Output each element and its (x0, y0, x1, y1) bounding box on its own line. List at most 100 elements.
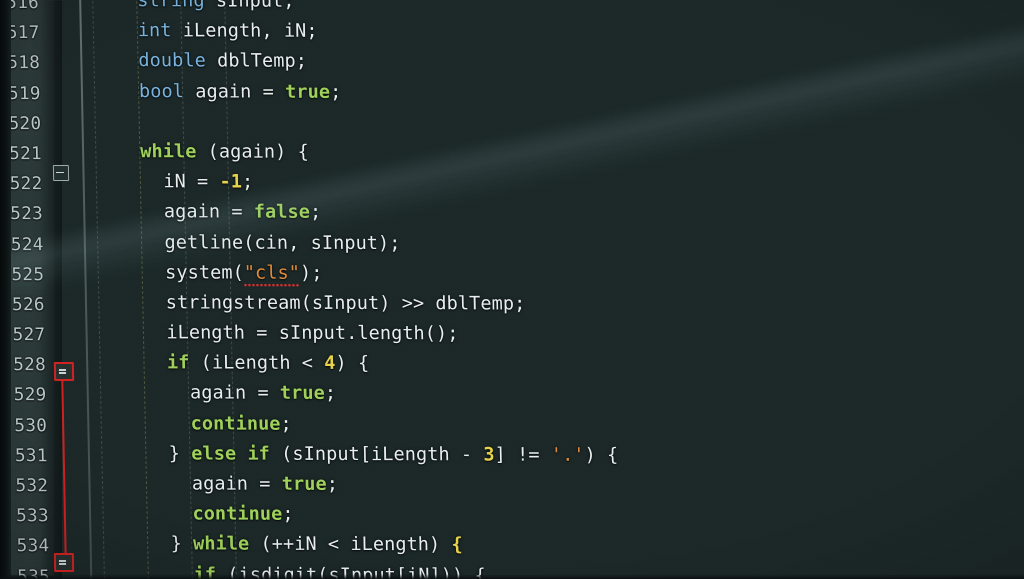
code-token: ; (280, 413, 293, 435)
code-token: again = (183, 80, 286, 103)
line-number: 518 (7, 53, 41, 74)
code-line[interactable]: iN = -1; (96, 167, 1024, 201)
line-number: 525 (11, 264, 45, 285)
code-token: getline(cin, sInput); (164, 231, 401, 254)
code-token: while (192, 533, 250, 556)
code-text-area[interactable]: string sInput; int iLength, iN; double d… (92, 0, 1024, 579)
code-token: again = (191, 473, 282, 495)
code-token: string (137, 0, 205, 12)
code-line[interactable]: if (iLength < 4) { (99, 348, 1024, 382)
fold-rail (79, 0, 93, 579)
code-token: stringstream(sInput) >> dblTemp; (165, 292, 526, 315)
code-token: (again) { (196, 141, 310, 163)
code-token: else if (191, 443, 271, 465)
code-token-error: "cls" (243, 262, 301, 289)
code-line[interactable] (94, 107, 1024, 141)
code-token: ; (309, 202, 322, 224)
line-number: 523 (10, 204, 44, 225)
line-number: 519 (7, 83, 42, 104)
line-number: 522 (9, 174, 43, 195)
code-token: ; (329, 81, 342, 103)
code-token: } (168, 443, 192, 465)
code-line[interactable]: again = true; (100, 379, 1024, 413)
line-number: 530 (14, 415, 48, 436)
code-line[interactable]: iLength = sInput.length(); (99, 318, 1024, 352)
code-line[interactable]: } while (++iN < iLength) { (103, 530, 1024, 564)
red-fold-start-box-icon[interactable] (53, 361, 75, 382)
left-bezel-edge (0, 0, 11, 579)
code-line[interactable]: while (again) { (95, 137, 1024, 171)
line-number: 534 (16, 536, 50, 557)
code-token: int (137, 20, 172, 42)
code-token: again = (163, 201, 255, 223)
code-line[interactable]: continue; (100, 409, 1024, 443)
code-token: } (170, 533, 194, 555)
code-token: false (253, 201, 311, 224)
red-fold-bracket[interactable] (61, 365, 81, 562)
code-token: (++iN < iLength) (249, 534, 452, 556)
fold-collapse-box-icon[interactable] (52, 164, 70, 182)
code-token: continue (192, 503, 283, 525)
code-token: ) { (335, 353, 370, 375)
code-token: ; (282, 503, 294, 526)
code-line[interactable]: continue; (102, 499, 1024, 533)
code-token: ] != (494, 444, 552, 466)
code-token: -1 (219, 171, 243, 193)
code-token: if (166, 352, 190, 374)
line-number: 516 (6, 0, 40, 14)
code-token: bool (138, 80, 185, 102)
code-line[interactable]: int iLength, iN; (93, 16, 1024, 50)
code-line[interactable]: } else if (sInput[iLength - 3] != '.') { (101, 439, 1024, 473)
code-line[interactable]: again = true; (102, 469, 1024, 503)
code-token: again = (189, 382, 281, 405)
code-token: iLength, iN; (171, 20, 318, 42)
line-number: 526 (11, 294, 46, 316)
code-line[interactable]: system("cls"); (97, 258, 1024, 292)
code-line[interactable]: again = false; (96, 197, 1024, 231)
line-number: 524 (10, 234, 44, 255)
code-line[interactable]: double dblTemp; (93, 46, 1024, 80)
line-number: 521 (8, 143, 43, 165)
code-token: ) { (584, 444, 619, 466)
code-token: ; (326, 473, 339, 495)
code-token: double (138, 50, 207, 72)
code-token: true (281, 473, 327, 495)
line-number: 531 (14, 445, 48, 467)
code-token: continue (190, 413, 281, 435)
code-token: (iLength < (189, 352, 325, 375)
bottom-bezel-edge (0, 574, 1024, 579)
code-token: ); (299, 262, 323, 284)
line-number: 517 (6, 23, 40, 44)
code-token: 3 (483, 444, 495, 466)
code-token: 4 (324, 353, 336, 375)
code-line[interactable]: bool again = true; (94, 77, 1024, 111)
code-token: iLength = sInput.length(); (166, 322, 459, 345)
code-token: ; (241, 171, 254, 193)
code-line[interactable]: stringstream(sInput) >> dblTemp; (98, 288, 1024, 322)
line-number: 532 (15, 476, 49, 497)
line-number: 533 (15, 506, 50, 527)
code-token: true (284, 81, 331, 103)
code-token: iN = (163, 171, 220, 193)
code-line[interactable]: getline(cin, sInput); (97, 228, 1024, 262)
code-token: ; (324, 383, 337, 405)
code-token: { (451, 534, 464, 556)
red-fold-end-box-icon[interactable] (53, 552, 75, 573)
code-token: '.' (550, 444, 585, 466)
code-token: (sInput[iLength - (269, 443, 484, 466)
